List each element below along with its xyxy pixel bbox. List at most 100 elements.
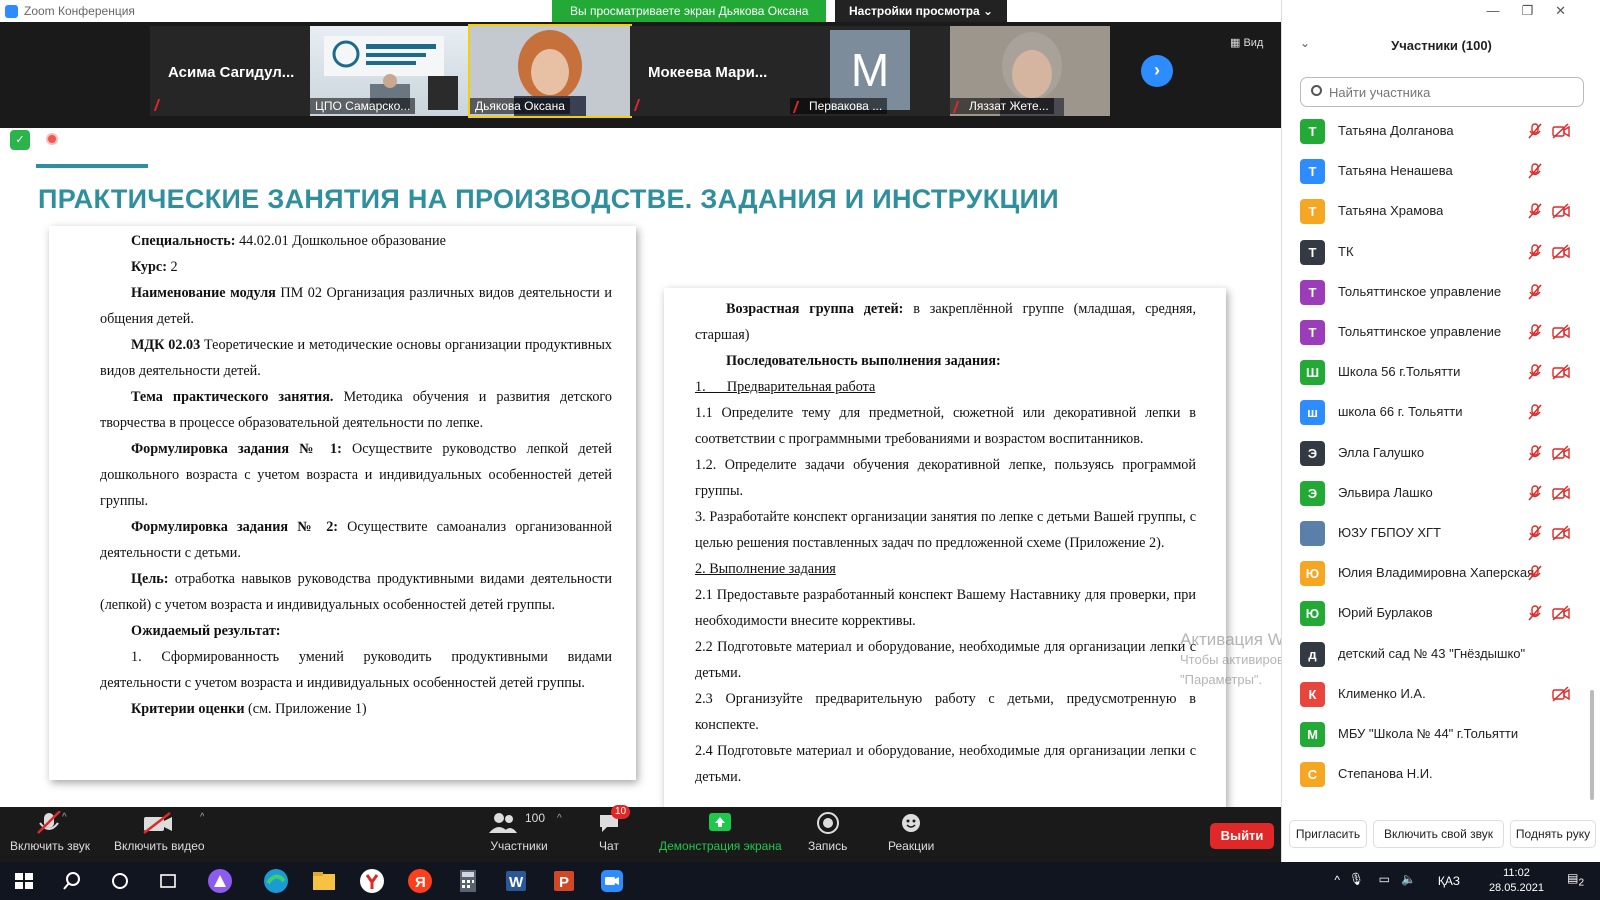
security-shield-icon[interactable]: ✓: [10, 130, 30, 150]
video-off-icon[interactable]: [1552, 525, 1570, 541]
doc-text: (см. Приложение 1): [244, 701, 367, 717]
task-view-icon[interactable]: [154, 867, 182, 895]
participant-row[interactable]: Т Татьяна Храмова: [1282, 191, 1592, 232]
windows-start-icon[interactable]: [10, 867, 38, 895]
mic-muted-icon[interactable]: [1528, 404, 1542, 420]
participants-count: 100: [525, 811, 546, 825]
microphone-icon[interactable]: 🎙: [1349, 872, 1364, 886]
participant-row[interactable]: М МБУ "Школа № 44" г.Тольятти: [1282, 714, 1592, 755]
mic-muted-icon[interactable]: [1528, 123, 1542, 139]
mic-muted-icon[interactable]: [1528, 565, 1542, 581]
yandex-app-icon[interactable]: Я: [406, 867, 434, 895]
close-icon[interactable]: ✕: [1555, 3, 1588, 18]
participants-list[interactable]: Т Татьяна Долганова Т Татьяна Ненашева Т Тать…: [1282, 111, 1600, 791]
word-icon[interactable]: W: [502, 867, 530, 895]
keyboard-language[interactable]: ҚАЗ: [1438, 874, 1460, 888]
zoom-taskbar-icon[interactable]: [598, 867, 626, 895]
alice-app-icon[interactable]: [206, 867, 234, 895]
participant-row[interactable]: Ю Юрий Бурлаков: [1282, 593, 1592, 634]
participant-row[interactable]: Т ТК: [1282, 232, 1592, 273]
participant-row[interactable]: Ш Школа 56 г.Тольятти: [1282, 352, 1592, 393]
view-button-label: Вид: [1243, 37, 1264, 49]
video-off-icon[interactable]: [1552, 203, 1570, 219]
network-icon[interactable]: ▭: [1379, 872, 1390, 886]
participant-row[interactable]: Т Тольяттинское управление: [1282, 272, 1592, 313]
participant-row[interactable]: Т Тольяттинское управление: [1282, 312, 1592, 353]
leave-meeting-button[interactable]: Выйти: [1210, 823, 1274, 849]
mic-muted-icon[interactable]: [1528, 485, 1542, 501]
calculator-icon[interactable]: [454, 867, 482, 895]
participant-row[interactable]: С Степанова Н.И.: [1282, 754, 1592, 791]
mic-muted-icon[interactable]: [1528, 284, 1542, 300]
participants-button[interactable]: 100 ^ Участники: [479, 811, 562, 853]
participants-menu-chevron-icon[interactable]: ^: [557, 813, 562, 824]
mic-muted-icon[interactable]: [1528, 605, 1542, 621]
participant-row[interactable]: ЮЗУ ГБПОУ ХГТ: [1282, 513, 1592, 554]
participant-search-input[interactable]: [1329, 82, 1569, 102]
video-off-icon[interactable]: [1552, 605, 1570, 621]
record-button[interactable]: Запись: [808, 811, 847, 853]
mic-muted-icon[interactable]: [1528, 364, 1542, 380]
file-explorer-icon[interactable]: [310, 867, 338, 895]
clock[interactable]: 11:02 28.05.2021: [1489, 866, 1544, 896]
minimize-icon[interactable]: —: [1486, 3, 1521, 18]
share-screen-button[interactable]: Демонстрация экрана: [659, 811, 782, 853]
video-tile[interactable]: Асима Сагидул...: [150, 26, 310, 116]
edge-browser-icon[interactable]: [262, 867, 290, 895]
unmute-self-button[interactable]: Включить свой звук: [1373, 820, 1504, 848]
video-tile[interactable]: ЦПО Самарско...: [310, 26, 470, 116]
video-off-icon[interactable]: [1552, 123, 1570, 139]
participant-avatar: Т: [1300, 159, 1325, 185]
participant-row[interactable]: Э Элла Галушко: [1282, 433, 1592, 474]
mic-muted-icon[interactable]: [1528, 324, 1542, 340]
search-icon[interactable]: [58, 867, 86, 895]
raise-hand-button[interactable]: Поднять руку: [1510, 820, 1596, 848]
participant-avatar: Ш: [1300, 360, 1325, 386]
video-tile[interactable]: Мокеева Мари...: [630, 26, 790, 116]
mic-muted-icon[interactable]: [1528, 243, 1542, 260]
mic-muted-icon[interactable]: [1528, 203, 1542, 219]
participant-name: Асима Сагидул...: [168, 64, 295, 81]
participant-row[interactable]: Т Татьяна Долганова: [1282, 111, 1592, 152]
invite-button[interactable]: Пригласить: [1289, 820, 1367, 848]
video-tile[interactable]: M Первакова ...: [790, 26, 950, 116]
participant-row[interactable]: д детский сад № 43 "Гнёздышко": [1282, 634, 1592, 675]
participant-row[interactable]: Ю Юлия Владимировна Хаперская: [1282, 553, 1592, 594]
tray-chevron-up-icon[interactable]: ^: [1334, 873, 1340, 887]
powerpoint-icon[interactable]: P: [550, 867, 578, 895]
start-video-button[interactable]: ^ Включить видео: [114, 811, 205, 853]
participants-header: ⌄ Участники (100): [1282, 34, 1600, 58]
svg-text:P: P: [559, 874, 569, 891]
participants-scrollbar[interactable]: [1590, 690, 1594, 800]
participant-search[interactable]: [1300, 77, 1584, 107]
unmute-audio-button[interactable]: ^ Включить звук: [10, 810, 90, 853]
reactions-button[interactable]: Реакции: [888, 811, 934, 853]
video-off-icon[interactable]: [1552, 485, 1570, 501]
notifications-icon[interactable]: ▤2: [1567, 871, 1584, 888]
next-page-chevron-icon[interactable]: ›: [1141, 55, 1173, 87]
cortana-icon[interactable]: [106, 867, 134, 895]
restore-icon[interactable]: ❐: [1521, 3, 1555, 18]
video-tile[interactable]: Ляззат Жете...: [950, 26, 1110, 116]
participant-avatar: Т: [1300, 320, 1325, 345]
video-off-icon[interactable]: [1552, 244, 1570, 260]
participant-row[interactable]: Э Эльвира Лашко: [1282, 473, 1592, 514]
participant-row[interactable]: К Клименко И.А.: [1282, 674, 1592, 715]
video-off-icon[interactable]: [1552, 445, 1570, 461]
view-settings-button[interactable]: Настройки просмотра ⌄: [835, 0, 1008, 22]
participant-row[interactable]: ш школа 66 г. Тольятти: [1282, 392, 1592, 433]
video-tile-active-speaker[interactable]: Дьякова Оксана: [468, 24, 632, 118]
reactions-label: Реакции: [888, 839, 935, 853]
chat-button[interactable]: 10 Чат: [597, 805, 631, 853]
volume-icon[interactable]: 🔈: [1401, 872, 1416, 886]
participants-title: Участники (100): [1391, 38, 1492, 53]
yandex-browser-icon[interactable]: [358, 867, 386, 895]
video-off-icon[interactable]: [1552, 364, 1570, 380]
mic-muted-icon[interactable]: [1528, 444, 1542, 461]
video-off-icon[interactable]: [1552, 324, 1570, 340]
mic-muted-icon[interactable]: [1528, 525, 1542, 541]
video-off-icon[interactable]: [1552, 686, 1570, 702]
participant-row[interactable]: Т Татьяна Ненашева: [1282, 151, 1592, 192]
mic-muted-icon[interactable]: [1528, 163, 1542, 179]
view-button[interactable]: ▦ Вид: [1230, 36, 1263, 49]
